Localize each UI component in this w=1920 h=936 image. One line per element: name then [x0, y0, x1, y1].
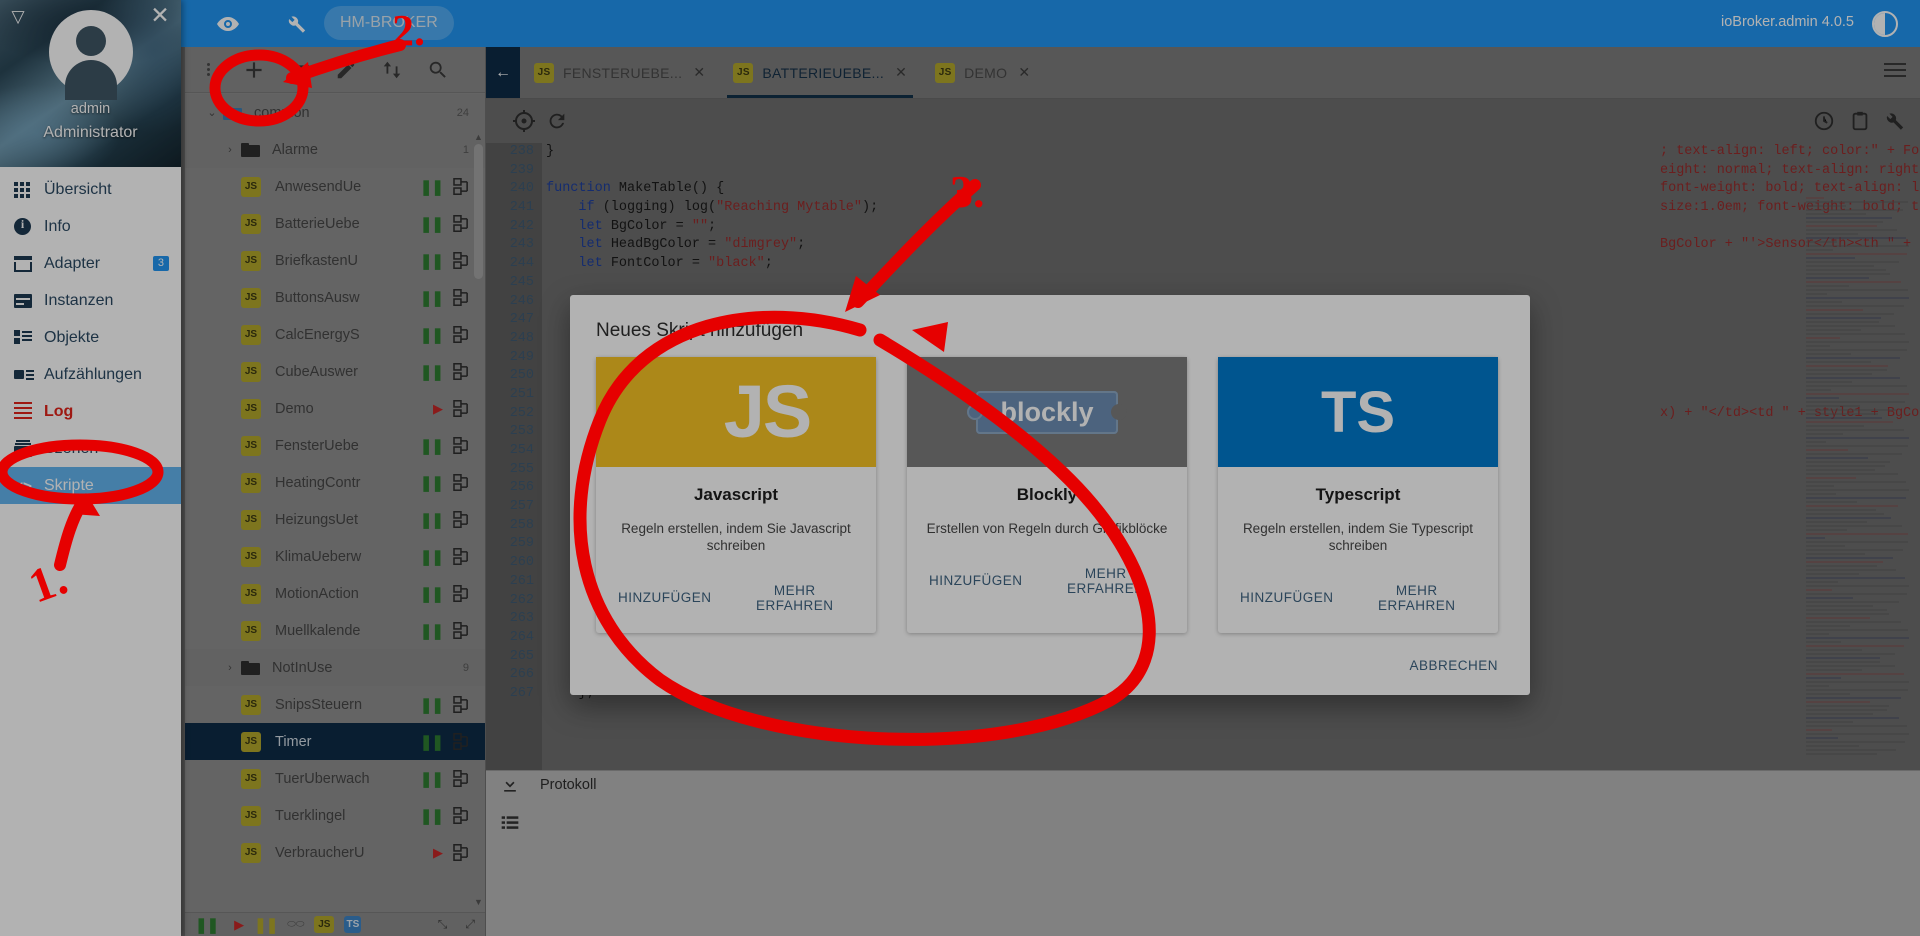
- modal-backdrop[interactable]: [0, 0, 1920, 936]
- screen: HM-BROKER ioBroker.admin 4.0.5 ▽ ✕ admin…: [0, 0, 1920, 936]
